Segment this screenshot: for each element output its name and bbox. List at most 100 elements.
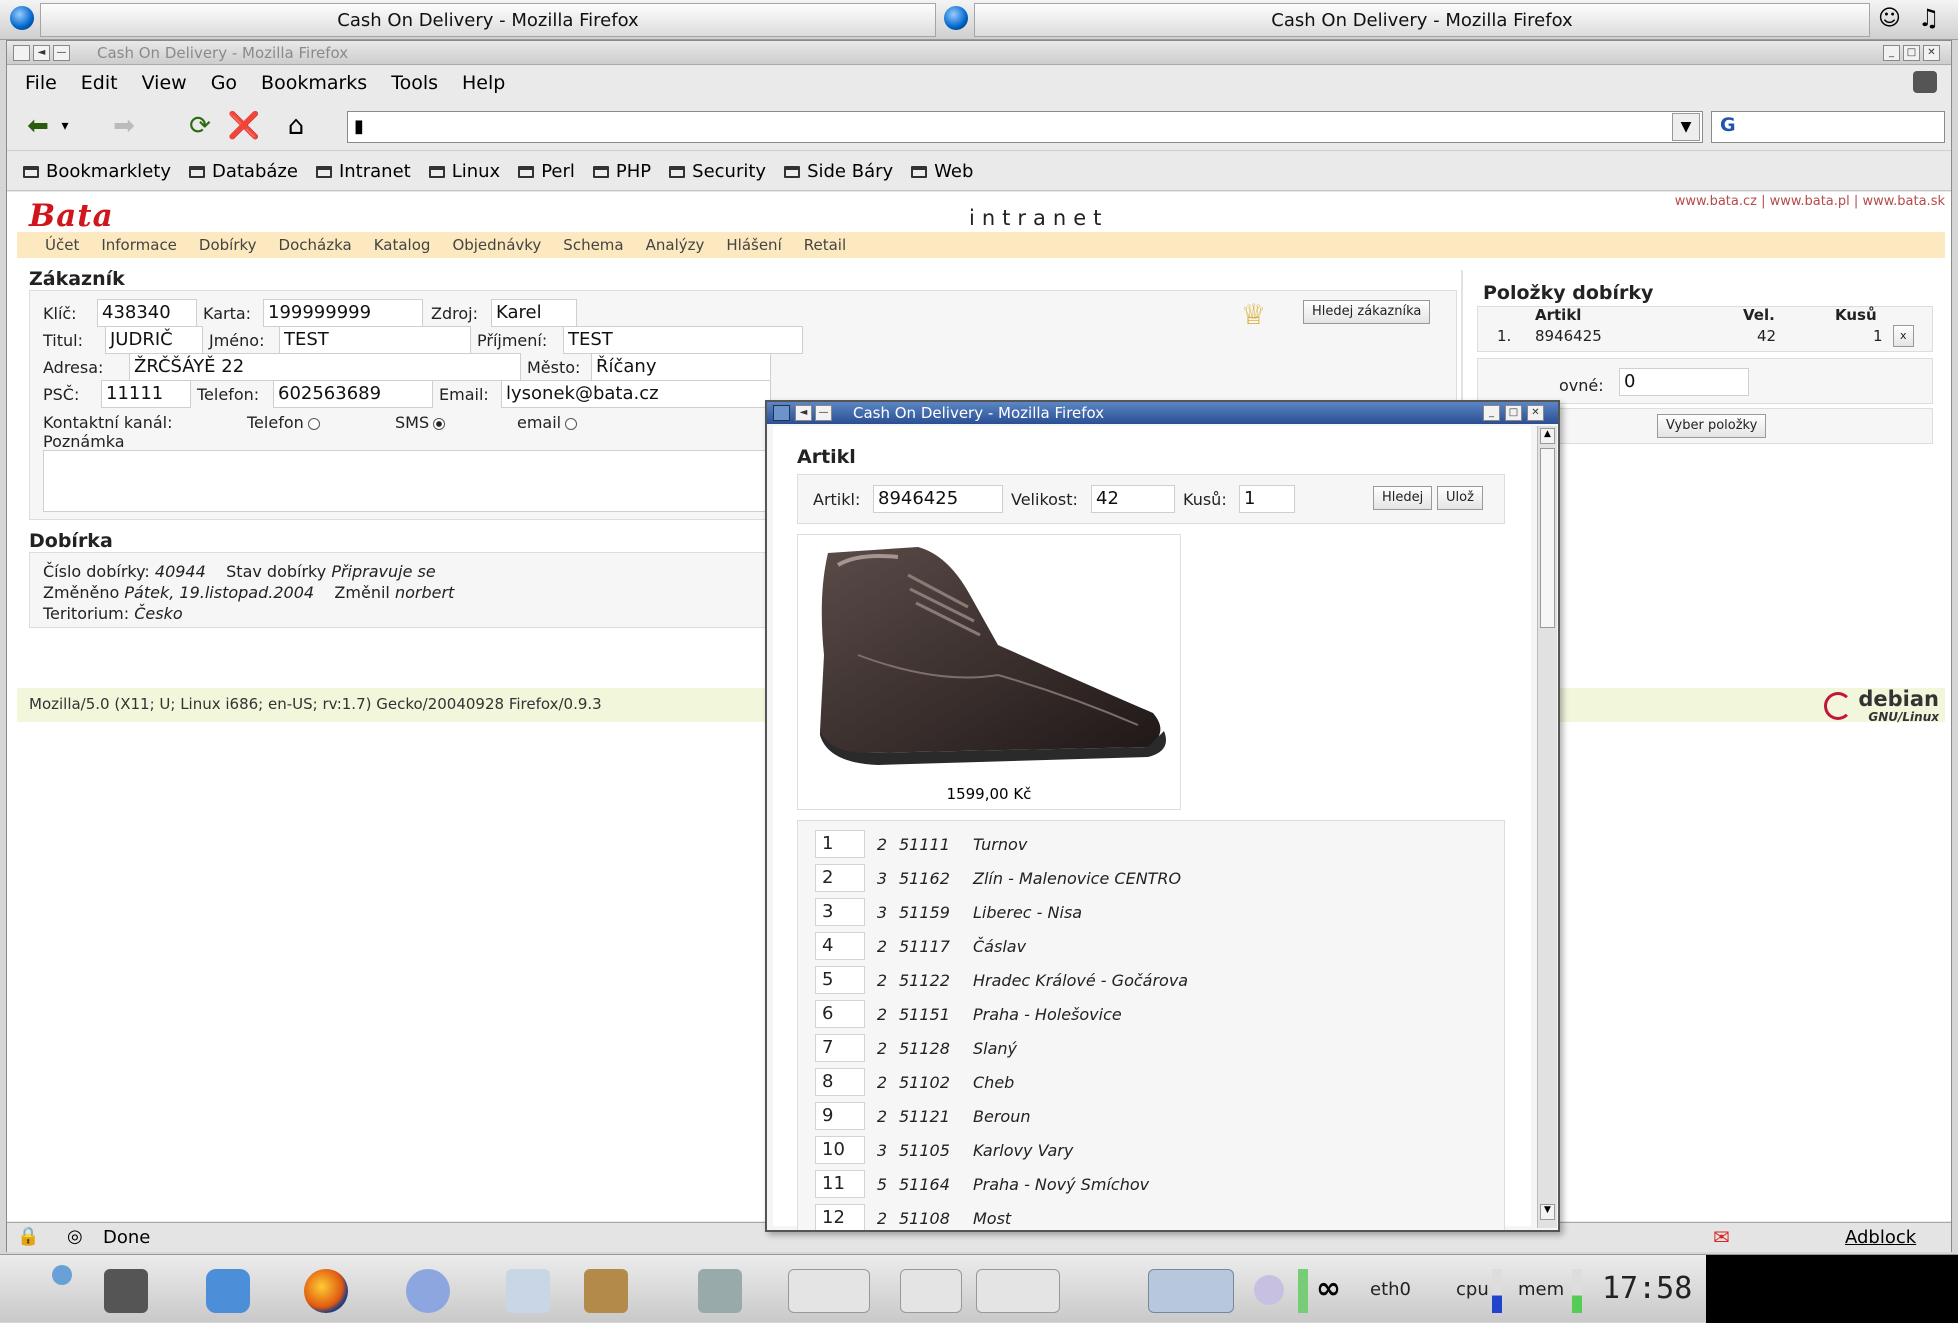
city-field[interactable]: Říčany <box>591 353 771 381</box>
store-row[interactable]: 10 3 51105 Karlovy Vary <box>815 1136 1073 1164</box>
popup-menu-icon[interactable] <box>773 405 790 421</box>
task-button-1[interactable]: Cash On Delivery - Mozilla Firefox <box>40 3 936 37</box>
bookmark-folder-security[interactable]: Security <box>669 161 766 182</box>
store-row-number[interactable]: 6 <box>815 1000 865 1028</box>
store-row-number[interactable]: 8 <box>815 1068 865 1096</box>
menu-tools[interactable]: Tools <box>391 72 438 94</box>
email-field[interactable]: lysonek@bata.cz <box>501 380 771 408</box>
bookmark-folder-php[interactable]: PHP <box>592 161 651 182</box>
select-items-button[interactable]: Vyber položky <box>1657 414 1767 438</box>
tools-icon[interactable] <box>698 1269 742 1313</box>
bookmark-folder-perl[interactable]: Perl <box>518 161 575 182</box>
scroll-down-icon[interactable]: ▼ <box>1540 1204 1555 1220</box>
store-row[interactable]: 5 2 51122 Hradec Králové - Gočárova <box>815 966 1188 994</box>
popup-shade-icon[interactable]: — <box>815 405 832 421</box>
close-icon[interactable]: ✕ <box>1923 45 1940 61</box>
popup-qty-field[interactable]: 1 <box>1239 485 1295 513</box>
site-menu-retail[interactable]: Retail <box>804 236 846 254</box>
stop-icon[interactable]: ❌ <box>227 109 261 143</box>
zip-field[interactable]: 11111 <box>101 380 191 408</box>
channel-sms-radio[interactable] <box>433 417 446 430</box>
store-row[interactable]: 1 2 51111 Turnov <box>815 830 1027 858</box>
user-icon[interactable]: ☺ <box>1878 6 1901 31</box>
popup-minimize-icon[interactable]: _ <box>1483 405 1500 421</box>
task-firefox-icon[interactable] <box>1148 1269 1234 1313</box>
url-input[interactable]: ▮ <box>347 111 1703 143</box>
menu-view[interactable]: View <box>142 72 187 94</box>
forward-icon[interactable]: ➡ <box>107 109 141 143</box>
key-field[interactable]: 438340 <box>97 299 197 327</box>
store-row-number[interactable]: 7 <box>815 1034 865 1062</box>
menu-file[interactable]: File <box>25 72 57 94</box>
popup-sticky-icon[interactable]: ◄ <box>795 405 812 421</box>
phone-field[interactable]: 602563689 <box>273 380 433 408</box>
reload-icon[interactable]: ⟳ <box>183 109 217 143</box>
link-bata-sk[interactable]: www.bata.sk <box>1862 194 1945 209</box>
popup-scrollbar[interactable]: ▲ ▼ <box>1537 426 1557 1228</box>
bata-logo[interactable]: Bata <box>29 198 114 234</box>
popup-size-field[interactable]: 42 <box>1091 485 1175 513</box>
store-row[interactable]: 4 2 51117 Čáslav <box>815 932 1026 960</box>
store-row-number[interactable]: 4 <box>815 932 865 960</box>
site-menu-analyzy[interactable]: Analýzy <box>646 236 705 254</box>
menu-bookmarks[interactable]: Bookmarks <box>261 72 367 94</box>
store-row[interactable]: 6 2 51151 Praha - Holešovice <box>815 1000 1122 1028</box>
menu-edit[interactable]: Edit <box>81 72 118 94</box>
channel-phone-radio[interactable] <box>307 417 320 430</box>
back-icon[interactable]: ⬅ <box>21 109 55 143</box>
popup-maximize-icon[interactable]: □ <box>1505 405 1522 421</box>
store-row[interactable]: 3 3 51159 Liberec - Nisa <box>815 898 1082 926</box>
mail-icon[interactable]: ✉ <box>1713 1225 1730 1249</box>
bookmark-folder-linux[interactable]: Linux <box>428 161 500 182</box>
channel-sms-option[interactable]: SMS <box>395 413 446 432</box>
home-icon[interactable]: ⌂ <box>279 109 313 143</box>
site-menu-hlaseni[interactable]: Hlášení <box>726 236 781 254</box>
clock[interactable]: 17:58 <box>1602 1271 1692 1306</box>
site-menu-objednavky[interactable]: Objednávky <box>452 236 541 254</box>
music-note-icon[interactable]: ♫ <box>1918 4 1940 32</box>
terminal-icon[interactable] <box>104 1269 148 1313</box>
back-dropdown-icon[interactable]: ▾ <box>55 109 75 143</box>
bookmark-folder-databaze[interactable]: Databáze <box>188 161 298 182</box>
note-textarea[interactable] <box>43 450 773 512</box>
store-row-number[interactable]: 2 <box>815 864 865 892</box>
task-edit-icon[interactable] <box>976 1269 1060 1313</box>
popup-save-button[interactable]: Ulož <box>1437 486 1483 510</box>
title-field[interactable]: JUDRIČ <box>105 326 203 354</box>
store-row[interactable]: 11 5 51164 Praha - Nový Smíchov <box>815 1170 1149 1198</box>
bookmark-folder-web[interactable]: Web <box>911 161 973 182</box>
bookmark-folder-intranet[interactable]: Intranet <box>315 161 411 182</box>
window-list-icon[interactable] <box>584 1269 628 1313</box>
link-bata-pl[interactable]: www.bata.pl <box>1770 194 1850 209</box>
kmenu-icon[interactable] <box>52 1265 72 1285</box>
site-menu-dochazka[interactable]: Docházka <box>279 236 352 254</box>
source-field[interactable]: Karel <box>491 299 577 327</box>
minimize-icon[interactable]: _ <box>1883 45 1900 61</box>
url-dropdown-icon[interactable]: ▼ <box>1672 113 1700 141</box>
menu-help[interactable]: Help <box>462 72 505 94</box>
store-row-number[interactable]: 10 <box>815 1136 865 1164</box>
store-row[interactable]: 12 2 51108 Most <box>815 1204 1011 1230</box>
task-office-icon[interactable] <box>788 1269 870 1313</box>
lastname-field[interactable]: TEST <box>563 326 803 354</box>
messenger-icon[interactable] <box>406 1269 450 1313</box>
task-draw-icon[interactable] <box>900 1269 962 1313</box>
store-row-number[interactable]: 9 <box>815 1102 865 1130</box>
bookmark-folder-side-bary[interactable]: Side Báry <box>784 161 893 182</box>
konqueror-icon[interactable] <box>206 1269 250 1313</box>
site-menu-schema[interactable]: Schema <box>563 236 623 254</box>
bookmark-folder-bookmarklety[interactable]: Bookmarklety <box>23 161 171 182</box>
remove-item-button[interactable]: x <box>1893 325 1914 347</box>
shade-icon[interactable]: — <box>53 45 70 61</box>
site-menu-ucet[interactable]: Účet <box>45 236 79 254</box>
firstname-field[interactable]: TEST <box>279 326 471 354</box>
window-menu-icon[interactable] <box>13 45 30 61</box>
channel-email-option[interactable]: email <box>517 413 578 432</box>
channel-email-radio[interactable] <box>565 417 578 430</box>
store-row[interactable]: 2 3 51162 Zlín - Malenovice CENTRO <box>815 864 1181 892</box>
menu-go[interactable]: Go <box>211 72 237 94</box>
store-row-number[interactable]: 11 <box>815 1170 865 1198</box>
maximize-icon[interactable]: □ <box>1903 45 1920 61</box>
scroll-up-icon[interactable]: ▲ <box>1540 428 1555 444</box>
sticky-icon[interactable]: ◄ <box>33 45 50 61</box>
